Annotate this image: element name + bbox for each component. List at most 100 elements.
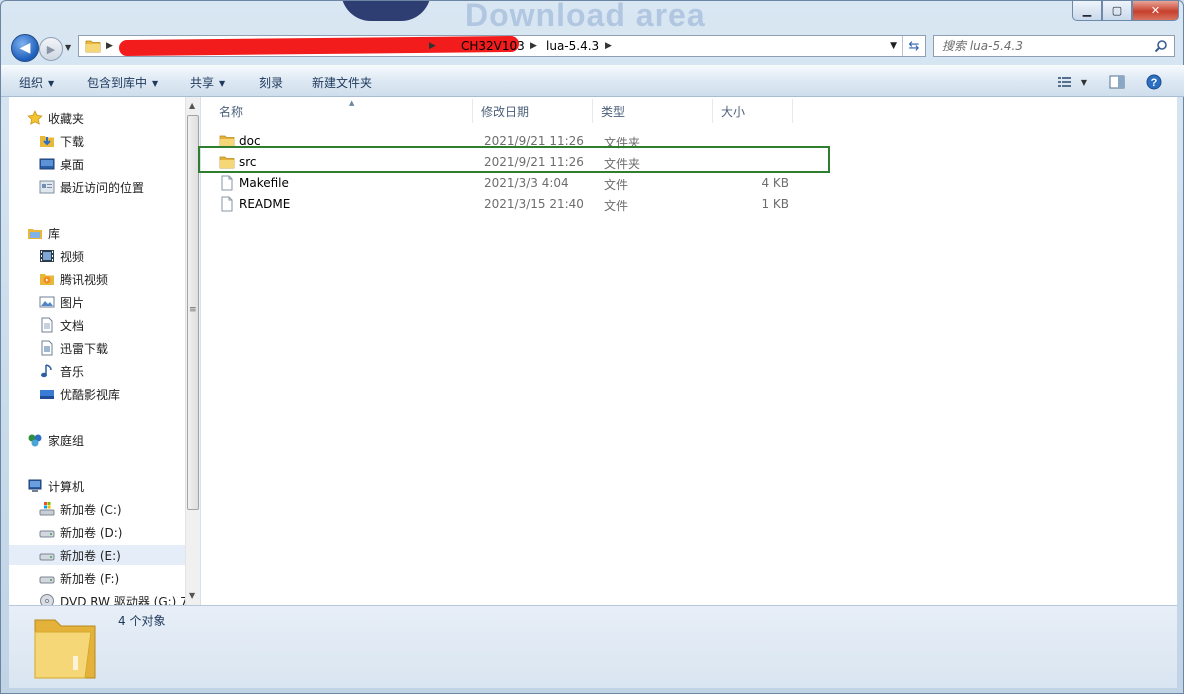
organize-label: 组织 <box>19 76 44 90</box>
new-folder-button[interactable]: 新建文件夹 <box>312 74 372 91</box>
view-options-button[interactable]: ▼ <box>1051 72 1093 92</box>
file-date: 2021/3/15 21:40 <box>484 197 584 211</box>
scroll-down-icon[interactable]: ▼ <box>189 591 195 600</box>
explorer-window: Download area ▁ ▢ ✕ ◀ ▶ ▼ ▶ ▶ CH32V103 ▶… <box>0 0 1184 694</box>
sidebar-item-thunder-downloads[interactable]: 迅雷下载 <box>39 338 108 358</box>
tencent-video-icon <box>39 271 55 287</box>
address-bar[interactable]: ▶ ▶ CH32V103 ▶ lua-5.4.3 ▶ ▼ ⇆ <box>78 35 926 57</box>
sidebar-item-drive-d[interactable]: 新加卷 (D:) <box>39 522 122 542</box>
main-content: 收藏夹 下载 桌面 最近访问的位置 库 视频 腾讯视频 图片 文档 迅雷下载 音… <box>9 97 1177 605</box>
close-button[interactable]: ✕ <box>1132 1 1179 21</box>
breadcrumb-arrow-icon[interactable]: ▶ <box>429 41 436 51</box>
view-details-icon <box>1057 77 1071 87</box>
address-history-dropdown[interactable]: ▼ <box>890 41 897 51</box>
sidebar-group-label: 收藏夹 <box>48 111 85 126</box>
sidebar-item-drive-e[interactable]: 新加卷 (E:) <box>9 545 185 565</box>
sidebar-group-label: 库 <box>48 226 61 241</box>
column-header-type[interactable]: 类型 <box>593 99 713 123</box>
file-row-makefile[interactable]: Makefile 2021/3/3 4:04 文件 4 KB <box>205 173 825 193</box>
column-header-size[interactable]: 大小 <box>713 99 793 123</box>
sidebar-item-music[interactable]: 音乐 <box>39 361 84 381</box>
library-icon <box>27 225 43 241</box>
search-icon[interactable] <box>1154 39 1168 53</box>
sidebar-item-label: 优酷影视库 <box>60 387 121 402</box>
title-bar[interactable]: Download area ▁ ▢ ✕ <box>1 1 1184 31</box>
sidebar-item-youku-library[interactable]: 优酷影视库 <box>39 384 120 404</box>
sidebar-item-desktop[interactable]: 桌面 <box>39 154 84 174</box>
hard-drive-icon <box>39 524 55 540</box>
file-type: 文件 <box>604 178 629 192</box>
include-in-library-button[interactable]: 包含到库中 ▼ <box>87 74 158 91</box>
burn-button[interactable]: 刻录 <box>259 74 283 91</box>
column-header-label: 修改日期 <box>481 104 530 119</box>
sidebar-item-tencent-video[interactable]: 腾讯视频 <box>39 269 108 289</box>
sidebar-item-drive-c[interactable]: 新加卷 (C:) <box>39 499 122 519</box>
download-folder-icon <box>39 133 55 149</box>
chevron-down-icon: ▼ <box>1080 77 1088 87</box>
sidebar-item-pictures[interactable]: 图片 <box>39 292 84 312</box>
sidebar-item-drive-g[interactable]: DVD RW 驱动器 (G:) 7 <box>39 591 185 605</box>
recent-pages-dropdown[interactable]: ▼ <box>65 43 71 52</box>
organize-button[interactable]: 组织 ▼ <box>19 74 54 91</box>
file-icon <box>219 175 235 194</box>
item-count: 4 个对象 <box>118 614 166 628</box>
help-button[interactable]: ? <box>1142 72 1166 92</box>
share-button[interactable]: 共享 ▼ <box>190 74 225 91</box>
refresh-button[interactable]: ⇆ <box>902 36 925 56</box>
sidebar-group-favorites[interactable]: 收藏夹 <box>27 108 84 128</box>
hard-drive-icon <box>39 547 55 563</box>
column-header-label: 类型 <box>601 104 626 119</box>
maximize-button[interactable]: ▢ <box>1102 1 1132 21</box>
sidebar-item-label: 下载 <box>60 134 85 149</box>
column-header-date[interactable]: 修改日期 <box>473 99 593 123</box>
sidebar-item-drive-f[interactable]: 新加卷 (F:) <box>39 568 119 588</box>
forward-button[interactable]: ▶ <box>39 37 63 61</box>
sidebar-item-label: DVD RW 驱动器 (G:) 7 <box>60 594 185 606</box>
navigation-scrollbar[interactable]: ▲ ≡ ▼ <box>185 97 200 605</box>
breadcrumb-arrow-icon[interactable]: ▶ <box>605 41 612 51</box>
refresh-icon: ⇆ <box>908 38 920 54</box>
sidebar-item-label: 新加卷 (F:) <box>60 571 120 586</box>
file-type: 文件 <box>604 199 629 213</box>
breadcrumb-lua-5-4-3[interactable]: lua-5.4.3 <box>546 39 599 53</box>
sidebar-group-homegroup[interactable]: 家庭组 <box>27 430 84 450</box>
sidebar-item-label: 新加卷 (C:) <box>60 502 122 517</box>
share-label: 共享 <box>190 76 215 90</box>
breadcrumb-arrow-icon[interactable]: ▶ <box>530 41 537 51</box>
file-row-readme[interactable]: README 2021/3/15 21:40 文件 1 KB <box>205 194 825 214</box>
thunder-download-icon <box>39 340 55 356</box>
sidebar-item-label: 新加卷 (D:) <box>60 525 123 540</box>
sidebar-item-documents[interactable]: 文档 <box>39 315 84 335</box>
sidebar-item-recent-places[interactable]: 最近访问的位置 <box>39 177 144 197</box>
breadcrumb-arrow-icon[interactable]: ▶ <box>106 41 113 51</box>
column-header-label: 大小 <box>721 104 746 119</box>
sidebar-item-videos[interactable]: 视频 <box>39 246 84 266</box>
preview-pane-button[interactable] <box>1105 72 1129 92</box>
file-size: 4 KB <box>761 176 789 190</box>
back-arrow-icon: ◀ <box>19 40 31 56</box>
search-input[interactable] <box>942 39 1142 53</box>
sidebar-item-label: 新加卷 (E:) <box>60 548 121 563</box>
sidebar-item-label: 桌面 <box>60 157 85 172</box>
chevron-down-icon: ▼ <box>65 43 72 52</box>
highlight-box <box>198 146 830 173</box>
picture-library-icon <box>39 294 55 310</box>
title-logo <box>341 1 431 21</box>
sidebar-item-downloads[interactable]: 下载 <box>39 131 84 151</box>
minimize-button[interactable]: ▁ <box>1072 1 1102 21</box>
search-box[interactable] <box>933 35 1175 57</box>
chevron-down-icon: ▼ <box>219 79 226 88</box>
column-header-name[interactable]: 名称 ▲ <box>211 99 473 123</box>
sidebar-item-label: 迅雷下载 <box>60 341 109 356</box>
recent-places-icon <box>39 179 55 195</box>
forward-arrow-icon: ▶ <box>46 42 56 56</box>
folder-icon <box>85 39 101 56</box>
homegroup-icon <box>27 432 43 448</box>
sidebar-item-label: 视频 <box>60 249 85 264</box>
breadcrumb-ch32v103[interactable]: CH32V103 <box>461 39 525 53</box>
scroll-up-icon[interactable]: ▲ <box>189 101 195 110</box>
sidebar-group-computer[interactable]: 计算机 <box>27 476 84 496</box>
back-button[interactable]: ◀ <box>11 34 39 62</box>
window-controls: ▁ ▢ ✕ <box>1072 1 1179 21</box>
sidebar-group-libraries[interactable]: 库 <box>27 223 60 243</box>
